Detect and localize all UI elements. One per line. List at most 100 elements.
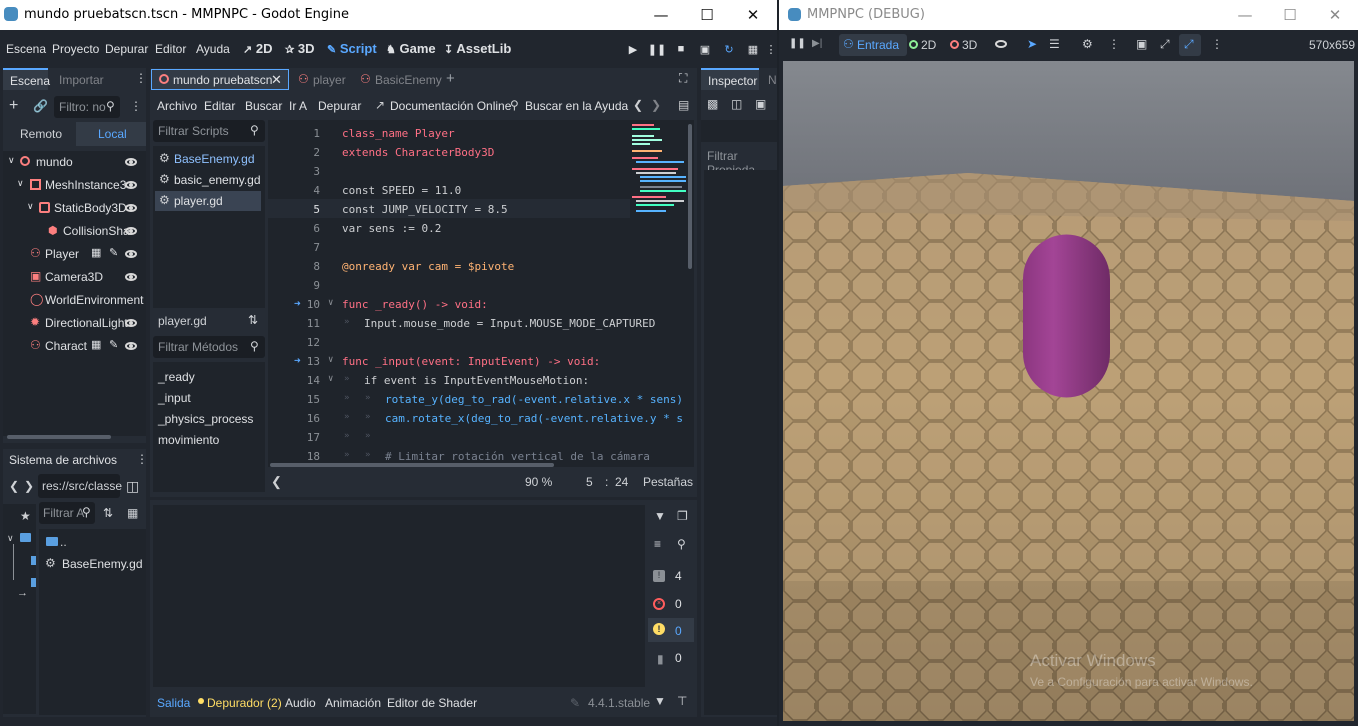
fold-icon[interactable]: ∨ (328, 298, 333, 308)
fold-icon[interactable]: ∨ (328, 355, 333, 365)
collapse-icon[interactable]: ∨ (27, 201, 34, 212)
options-icon[interactable]: ⋮ (1108, 37, 1120, 51)
dock-menu-icon[interactable]: ⋮ (135, 71, 147, 85)
script-filter-input[interactable]: Filtrar Scripts ⚲ (153, 120, 265, 142)
tree-node-light[interactable]: ✹ DirectionalLight (3, 312, 143, 334)
close-icon[interactable]: ✕ (742, 4, 764, 26)
connected-signal-icon[interactable]: ➜ (294, 297, 301, 310)
split-view-icon[interactable]: ◫ (126, 478, 139, 495)
filesystem-filter-input[interactable]: Filtrar A ⚲ (39, 502, 95, 524)
tab-animacion[interactable]: Animación (325, 696, 381, 710)
workspace-assetlib[interactable]: ↧ AssetLib (444, 41, 511, 56)
error-icon[interactable]: × (653, 598, 665, 610)
movie-icon[interactable]: ▦ (744, 40, 762, 58)
pause-icon[interactable]: ❚❚ (648, 40, 666, 58)
prev-script-icon[interactable]: ❮ (633, 98, 643, 112)
visibility-eye-icon[interactable] (125, 342, 137, 350)
add-node-icon[interactable]: + (9, 97, 18, 115)
scene-options-icon[interactable]: ⋮ (130, 99, 142, 113)
pin-panel-icon[interactable]: ▼ (654, 694, 666, 708)
toggle-scripts-panel-icon[interactable]: ❮ (271, 474, 282, 490)
collapse-icon[interactable]: ∨ (8, 155, 15, 166)
keep-aspect-icon[interactable]: ⤢ (1160, 37, 1170, 52)
workspace-game[interactable]: ♞ Game (386, 41, 436, 56)
tree-node-charact[interactable]: ⚇ Charact ▦ ✎ (3, 335, 143, 357)
stop-icon[interactable]: ■ (672, 40, 690, 58)
script-item-player[interactable]: ⚙ player.gd (155, 191, 261, 211)
distraction-free-icon[interactable]: ⛶ (679, 71, 687, 86)
close-tab-icon[interactable]: ✕ (271, 72, 282, 88)
back-icon[interactable]: ❮ (9, 479, 19, 493)
play-icon[interactable]: ▶ (624, 40, 642, 58)
horizontal-scrollbar[interactable] (270, 463, 554, 467)
stretch-mode-button[interactable]: ⤢ (1179, 34, 1201, 56)
select-cursor-icon[interactable]: ➤ (1027, 37, 1037, 51)
suspend-icon[interactable]: ❚❚ (789, 38, 806, 49)
add-tab-icon[interactable]: + (446, 70, 455, 87)
workspace-3d[interactable]: ✰ 3D (285, 41, 314, 56)
online-docs-button[interactable]: Documentación Online (390, 99, 511, 113)
tree-node-meshinstance[interactable]: ∨ MeshInstance3 (3, 174, 143, 196)
tab-shader-editor[interactable]: Editor de Shader (387, 696, 477, 710)
tab-importar[interactable]: Importar (59, 73, 104, 87)
overflow-icon[interactable]: ⋮ (762, 40, 780, 58)
collapse-icon[interactable]: ∨ (7, 533, 14, 544)
script-menu-buscar[interactable]: Buscar (245, 99, 282, 113)
toggle-panel-icon[interactable]: ▤ (678, 98, 689, 112)
script-item-baseenemy[interactable]: ⚙ BaseEnemy.gd (155, 149, 261, 169)
log-icon[interactable]: ! (653, 570, 665, 582)
save-resource-icon[interactable]: ▣ (755, 97, 766, 111)
tab-depurador[interactable]: Depurador (2) (207, 696, 282, 710)
method-item[interactable]: _physics_process (158, 412, 253, 426)
fixed-size-icon[interactable]: ▣ (1136, 37, 1147, 51)
mode-2d-button[interactable]: 2D (921, 38, 936, 52)
next-frame-icon[interactable]: ▶| (812, 38, 822, 49)
code-minimap[interactable] (630, 122, 688, 217)
dock-menu-icon[interactable]: ⋮ (136, 452, 148, 466)
connected-signal-icon[interactable]: ➜ (294, 354, 301, 367)
file-item-parent[interactable]: .. (39, 533, 146, 553)
visibility-eye-icon[interactable] (125, 319, 137, 327)
file-item-baseenemy[interactable]: ⚙ BaseEnemy.gd (39, 554, 146, 574)
close-icon[interactable]: ✕ (1324, 4, 1346, 26)
camera-override-icon[interactable]: ⚙ (1082, 37, 1093, 51)
horizontal-scrollbar[interactable] (7, 435, 111, 439)
script-menu-editar[interactable]: Editar (204, 99, 235, 113)
tree-node-staticbody[interactable]: ∨ StaticBody3D (3, 197, 143, 219)
script-tab-basicenemy[interactable]: ⚇ BasicEnemy (358, 69, 442, 90)
reload-icon[interactable]: ↻ (720, 40, 738, 58)
message-icon[interactable]: ▮ (657, 652, 664, 666)
tab-escena[interactable]: Escena (3, 68, 50, 90)
grid-view-icon[interactable]: ▦ (127, 506, 138, 520)
script-attached-icon[interactable]: ✎ (109, 338, 118, 351)
tree-node-camera[interactable]: ▣ Camera3D (3, 266, 143, 288)
link-icon[interactable]: 🔗 (33, 99, 48, 113)
clapper-icon[interactable]: ▦ (91, 338, 101, 351)
game-viewport[interactable]: Activar Windows Ve a Configuración para … (783, 61, 1354, 721)
tree-node-worldenv[interactable]: ◯ WorldEnvironment (3, 289, 143, 311)
warning-filter-button[interactable]: ! 0 (648, 618, 694, 642)
remote-button[interactable]: Remoto (20, 127, 62, 141)
vertical-scrollbar[interactable] (688, 124, 692, 269)
visibility-eye-icon[interactable] (125, 181, 137, 189)
search-icon[interactable]: ⚲ (677, 537, 686, 551)
pin-icon[interactable]: ▼ (654, 509, 666, 523)
visibility-eye-icon[interactable] (125, 227, 137, 235)
zoom-level[interactable]: 90 % (525, 475, 552, 489)
visibility-eye-icon[interactable] (125, 273, 137, 281)
script-menu-depurar[interactable]: Depurar (318, 99, 361, 113)
minimize-icon[interactable]: — (650, 4, 672, 26)
tab-node[interactable]: N (768, 73, 777, 87)
tree-node-mundo[interactable]: ∨ mundo (3, 151, 143, 173)
script-menu-ira[interactable]: Ir A (289, 99, 307, 113)
sort-methods-icon[interactable]: ⇅ (248, 313, 258, 327)
visibility-eye-icon[interactable] (125, 158, 137, 166)
tab-inspector[interactable]: Inspector (701, 68, 759, 90)
menu-escena[interactable]: Escena (6, 42, 46, 56)
script-tab-mundo[interactable]: mundo pruebatscn ✕ (151, 69, 289, 90)
scene-filter-input[interactable]: Filtro: no ⚲ (54, 96, 120, 118)
remote-debug-icon[interactable]: ▣ (696, 40, 714, 58)
script-menu-archivo[interactable]: Archivo (157, 99, 197, 113)
forward-icon[interactable]: ❯ (24, 479, 34, 493)
local-button[interactable]: Local (76, 122, 146, 146)
